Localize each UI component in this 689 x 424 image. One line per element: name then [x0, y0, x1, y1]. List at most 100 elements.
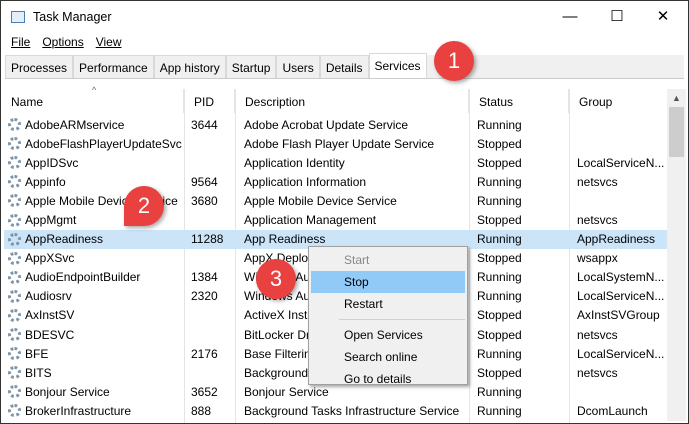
service-name: AppXSvc [4, 251, 187, 265]
menu-item-restart[interactable]: Restart [311, 293, 465, 315]
tab-services[interactable]: Services [368, 53, 427, 78]
service-name-text: BITS [25, 365, 52, 380]
close-button[interactable]: ✕ [643, 5, 683, 29]
service-name-text: Audiosrv [25, 289, 72, 304]
service-status: Running [477, 117, 522, 132]
service-description: Adobe Flash Player Update Service [244, 136, 435, 151]
service-name-text: Appinfo [25, 174, 66, 189]
service-name: AdobeARMservice [4, 118, 187, 132]
service-name: AppIDSvc [4, 156, 187, 170]
service-status: Stopped [477, 308, 522, 323]
scroll-up-icon[interactable]: ▲ [667, 93, 686, 103]
service-name: BrokerInfrastructure [4, 404, 187, 418]
gear-icon [8, 251, 21, 265]
gear-icon [8, 137, 21, 151]
service-group: DcomLaunch [577, 403, 648, 418]
vertical-scrollbar[interactable]: ▲ [667, 89, 686, 421]
service-name: AppReadiness [4, 232, 187, 246]
tab-processes[interactable]: Processes [5, 55, 74, 78]
service-pid: 2320 [191, 289, 218, 304]
service-pid: 888 [191, 403, 212, 418]
service-status: Stopped [477, 327, 522, 342]
service-name: AudioEndpointBuilder [4, 270, 187, 284]
table-row[interactable]: BrokerInfrastructure 888 Background Tasks … [4, 401, 668, 420]
gear-icon [8, 118, 21, 132]
column-pid[interactable]: PID [184, 89, 235, 113]
service-group: wsappx [577, 251, 618, 266]
menu-separator [339, 319, 465, 320]
scrollbar-thumb[interactable] [669, 107, 684, 157]
menu-item-search-online[interactable]: Search online [311, 346, 465, 368]
service-pid: 9564 [191, 174, 218, 189]
column-name[interactable]: Name [1, 89, 184, 113]
tab-performance[interactable]: Performance [73, 55, 154, 78]
menu-item-go-to-details[interactable]: Go to details [311, 368, 465, 390]
tab-startup[interactable]: Startup [225, 55, 277, 78]
service-name: BDESVC [4, 328, 187, 342]
tab-users[interactable]: Users [276, 55, 320, 78]
service-pid: 11288 [191, 232, 224, 247]
table-row[interactable]: AdobeARMservice 3644 Adobe Acrobat Update … [4, 115, 668, 134]
tab-app-history[interactable]: App history [153, 55, 226, 78]
service-name-text: AppMgmt [25, 213, 77, 228]
table-row[interactable]: AdobeFlashPlayerUpdateSvc Adobe Flash Pla… [4, 134, 668, 153]
table-row[interactable]: AppMgmt Application Management Stopped nets… [4, 210, 668, 229]
service-pid: 3644 [191, 117, 218, 132]
service-status: Running [477, 174, 522, 189]
service-status: Stopped [477, 155, 522, 170]
step-badge-3: 3 [256, 259, 296, 299]
gear-icon [8, 194, 21, 208]
minimize-button[interactable]: — [550, 5, 590, 29]
service-description: Application Information [244, 174, 367, 189]
service-pid: 1384 [191, 270, 218, 285]
menu-item-open-services[interactable]: Open Services [311, 324, 465, 346]
gear-icon [8, 232, 21, 246]
service-description: Application Management [244, 213, 377, 228]
table-row[interactable]: AppIDSvc Application Identity Stopped Local… [4, 153, 668, 172]
service-group: netsvcs [577, 365, 618, 380]
service-name: Bonjour Service [4, 385, 187, 399]
gear-icon [8, 385, 21, 399]
gear-icon [8, 270, 21, 284]
maximize-button[interactable]: ☐ [597, 5, 637, 29]
service-description: Background Tasks Infrastructure Service [244, 403, 460, 418]
gear-icon [8, 308, 21, 322]
service-description: App Readiness [244, 232, 326, 247]
menu-item-stop[interactable]: Stop [311, 271, 465, 293]
column-description[interactable]: Description [235, 89, 469, 113]
gear-icon [8, 175, 21, 189]
gear-icon [8, 404, 21, 418]
table-row[interactable]: Apple Mobile Device Service 3680 Apple Mob… [4, 191, 668, 210]
service-status: Running [477, 346, 522, 361]
service-name-text: AxInstSV [25, 308, 75, 323]
service-name: AdobeFlashPlayerUpdateSvc [4, 137, 187, 151]
menu-file[interactable]: File [11, 35, 30, 49]
service-group: netsvcs [577, 327, 618, 342]
service-group: netsvcs [577, 213, 618, 228]
service-status: Running [477, 270, 522, 285]
service-group: LocalServiceN... [577, 155, 665, 170]
tab-bar: Processes Performance App history Startu… [5, 53, 684, 79]
column-header: Name PID Description Status Group [1, 89, 667, 113]
service-name-text: Bonjour Service [25, 384, 110, 399]
service-name-text: BDESVC [25, 327, 75, 342]
service-group: LocalServiceN... [577, 289, 665, 304]
service-name: AxInstSV [4, 308, 187, 322]
step-badge-2: 2 [124, 186, 164, 226]
gear-icon [8, 289, 21, 303]
service-name-text: AdobeFlashPlayerUpdateSvc [25, 136, 182, 151]
menu-options[interactable]: Options [42, 35, 83, 49]
service-name: Audiosrv [4, 289, 187, 303]
column-group[interactable]: Group [569, 89, 667, 113]
menu-view[interactable]: View [96, 35, 122, 49]
tab-details[interactable]: Details [319, 55, 369, 78]
column-status[interactable]: Status [469, 89, 569, 113]
service-group: AxInstSVGroup [577, 308, 660, 323]
gear-icon [8, 328, 21, 342]
gear-icon [8, 156, 21, 170]
table-row[interactable]: Appinfo 9564 Application Information Runnin… [4, 172, 668, 191]
title-bar: Task Manager — ☐ ✕ [1, 1, 688, 33]
service-name-text: AudioEndpointBuilder [25, 270, 141, 285]
step-badge-1: 1 [434, 41, 474, 81]
service-description: Apple Mobile Device Service [244, 193, 397, 208]
